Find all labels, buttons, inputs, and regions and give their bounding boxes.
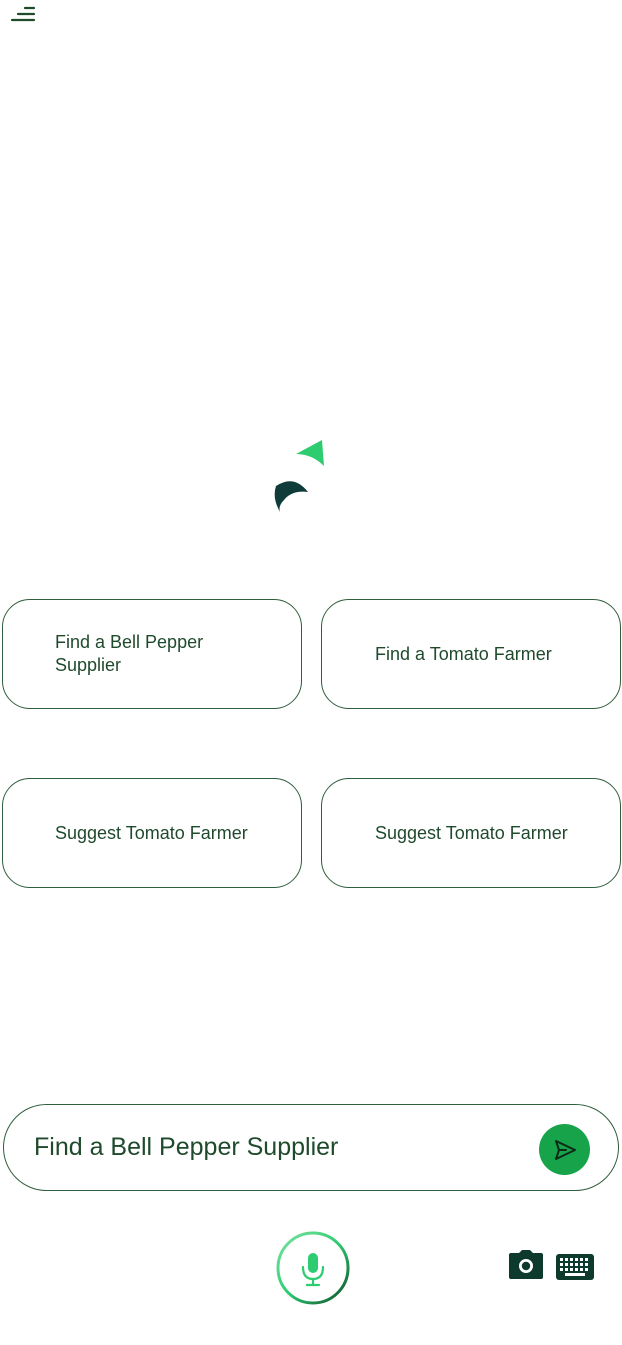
keyboard-icon <box>556 1254 594 1280</box>
app-logo <box>270 440 332 516</box>
suggestion-card-4[interactable]: Suggest Tomato Farmer <box>321 778 621 888</box>
chat-input-bar <box>3 1104 619 1191</box>
menu-button[interactable] <box>10 4 38 24</box>
suggestion-label: Find a Tomato Farmer <box>375 643 552 664</box>
keyboard-button[interactable] <box>556 1254 594 1280</box>
chat-input[interactable] <box>34 1127 514 1167</box>
suggestion-label: Suggest Tomato Farmer <box>55 822 248 843</box>
camera-icon <box>509 1250 543 1279</box>
suggestion-card-3[interactable]: Suggest Tomato Farmer <box>2 778 302 888</box>
send-button[interactable] <box>539 1124 590 1175</box>
microphone-button[interactable] <box>276 1231 350 1305</box>
microphone-icon <box>276 1231 350 1305</box>
menu-icon <box>10 6 36 22</box>
suggestion-label: Find a Bell Pepper Supplier <box>55 632 204 675</box>
suggestion-card-1[interactable]: Find a Bell Pepper Supplier <box>2 599 302 709</box>
send-icon <box>554 1139 576 1160</box>
camera-button[interactable] <box>508 1250 544 1280</box>
suggestion-card-2[interactable]: Find a Tomato Farmer <box>321 599 621 709</box>
suggestion-label: Suggest Tomato Farmer <box>375 822 568 843</box>
